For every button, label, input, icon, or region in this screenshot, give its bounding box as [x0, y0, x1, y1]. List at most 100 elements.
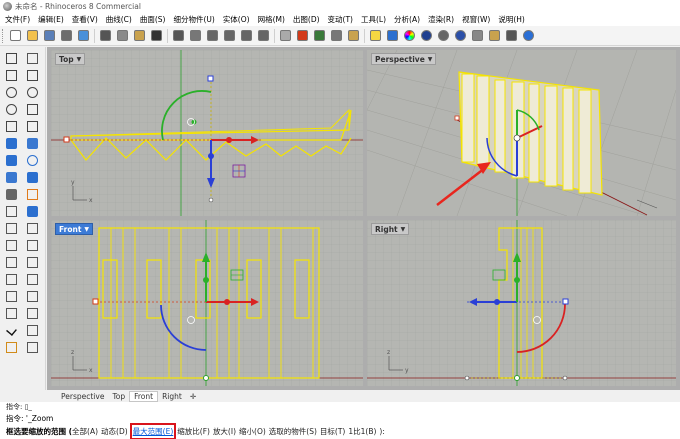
- command-option[interactable]: 放大(I): [213, 426, 236, 437]
- cone-tool-button[interactable]: [24, 170, 41, 185]
- scale-tool-button[interactable]: [24, 272, 41, 287]
- fillet-curve-tool-button[interactable]: [24, 119, 41, 134]
- curve-tool-button[interactable]: [24, 68, 41, 83]
- viewport-label-right[interactable]: Right ▼: [371, 223, 410, 235]
- menu-item[interactable]: 细分物件(U): [171, 14, 216, 25]
- command-option[interactable]: 全部(A): [72, 426, 98, 437]
- zoom-selected-button[interactable]: [240, 29, 254, 43]
- mesh-box-tool-button[interactable]: [24, 204, 41, 219]
- undo-button[interactable]: [150, 29, 164, 43]
- rotate-tool-button[interactable]: [3, 272, 20, 287]
- text-tool-button[interactable]: [3, 306, 20, 321]
- pan-button[interactable]: [172, 29, 186, 43]
- command-option[interactable]: 1比1(B): [348, 426, 376, 437]
- save-button[interactable]: [43, 29, 57, 43]
- viewport-tab-top[interactable]: Top: [108, 391, 129, 402]
- print-button[interactable]: [60, 29, 74, 43]
- command-line[interactable]: 指令: '_Zoom: [0, 412, 680, 424]
- command-option[interactable]: 选取的物件(S): [269, 426, 317, 437]
- toolbar-grip[interactable]: [2, 28, 5, 43]
- viewport-tab-right[interactable]: Right: [158, 391, 186, 402]
- polygon-tool-button[interactable]: [3, 119, 20, 134]
- wand-button[interactable]: [488, 29, 502, 43]
- surface-extrude-tool-button[interactable]: [24, 136, 41, 151]
- menu-item[interactable]: 文件(F): [3, 14, 32, 25]
- command-option[interactable]: 缩放比(F): [177, 426, 210, 437]
- command-option[interactable]: 目标(T): [320, 426, 345, 437]
- rotate-view-button[interactable]: [189, 29, 203, 43]
- rectangle-tool-button[interactable]: [24, 102, 41, 117]
- light-tool-button[interactable]: [24, 340, 41, 355]
- mirror-tool-button[interactable]: [3, 289, 20, 304]
- copy-button[interactable]: [116, 29, 130, 43]
- mesh-tool-button[interactable]: [3, 204, 20, 219]
- menu-item[interactable]: 查看(V): [70, 14, 100, 25]
- color-wheel-button[interactable]: [403, 29, 417, 43]
- boolean-tool-button[interactable]: [24, 187, 41, 202]
- chevron-down-icon[interactable]: ▼: [401, 226, 406, 233]
- pipe-tool-button[interactable]: [3, 187, 20, 202]
- viewport-label-front[interactable]: Front ▼: [55, 223, 94, 235]
- menu-item[interactable]: 曲面(S): [138, 14, 168, 25]
- surface-corner-tool-button[interactable]: [3, 136, 20, 151]
- menu-item[interactable]: 视窗(W): [460, 14, 492, 25]
- command-option[interactable]: 缩小(O): [239, 426, 266, 437]
- cut-button[interactable]: [99, 29, 113, 43]
- chevron-down-icon[interactable]: ▼: [428, 56, 433, 63]
- bulb-button[interactable]: [369, 29, 383, 43]
- open-button[interactable]: [26, 29, 40, 43]
- cylinder-tool-button[interactable]: [3, 170, 20, 185]
- point-tool-button[interactable]: [24, 51, 41, 66]
- menu-item[interactable]: 曲线(C): [104, 14, 134, 25]
- join-tool-button[interactable]: [24, 221, 41, 236]
- array-tool-button[interactable]: [24, 289, 41, 304]
- trim-tool-button[interactable]: [3, 238, 20, 253]
- menu-item[interactable]: 工具(L): [359, 14, 388, 25]
- car-button[interactable]: [296, 29, 310, 43]
- viewport-top[interactable]: Top ▼ x y: [51, 50, 363, 216]
- render-mesh-button[interactable]: [437, 29, 451, 43]
- zoom-extents-button[interactable]: [223, 29, 237, 43]
- viewport-tab-front[interactable]: Front: [129, 390, 159, 402]
- menu-item[interactable]: 变动(T): [326, 14, 355, 25]
- copy-tool-button[interactable]: [24, 255, 41, 270]
- explode-tool-button[interactable]: [3, 221, 20, 236]
- new-file-button[interactable]: [9, 29, 23, 43]
- viewport-tab-perspective[interactable]: Perspective: [57, 391, 108, 402]
- command-option-zoom-extents[interactable]: 最大范围(E): [129, 423, 177, 439]
- render-tool-tool-button[interactable]: [3, 340, 20, 355]
- sphere-tool-button[interactable]: [24, 153, 41, 168]
- menu-item[interactable]: 出图(D): [291, 14, 322, 25]
- ellipse-tool-button[interactable]: [3, 102, 20, 117]
- named-view-button[interactable]: [313, 29, 327, 43]
- viewport-label-perspective[interactable]: Perspective ▼: [371, 53, 437, 65]
- import-button[interactable]: [77, 29, 91, 43]
- circle-tool-button[interactable]: [3, 85, 20, 100]
- menu-item[interactable]: 实体(O): [221, 14, 252, 25]
- viewport-right[interactable]: Right ▼ y z: [367, 220, 676, 386]
- box-tool-button[interactable]: [3, 153, 20, 168]
- move-tool-button[interactable]: [3, 255, 20, 270]
- print-view-button[interactable]: [330, 29, 344, 43]
- chevron-down-icon[interactable]: ▼: [84, 226, 89, 233]
- layer-button[interactable]: [386, 29, 400, 43]
- sphere-button[interactable]: [454, 29, 468, 43]
- split-tool-button[interactable]: [24, 238, 41, 253]
- analyze-tool-button[interactable]: [24, 323, 41, 338]
- select-tool-button[interactable]: [3, 51, 20, 66]
- plugin-button[interactable]: [505, 29, 519, 43]
- zoom-dynamic-button[interactable]: [257, 29, 271, 43]
- command-option[interactable]: 动态(D): [101, 426, 128, 437]
- chevron-down-icon[interactable]: ▼: [77, 56, 82, 63]
- viewport-label-top[interactable]: Top ▼: [55, 53, 86, 65]
- help-button[interactable]: [522, 29, 536, 43]
- arc-tool-button[interactable]: [24, 85, 41, 100]
- lock-button[interactable]: [347, 29, 361, 43]
- grid-button[interactable]: [279, 29, 293, 43]
- viewport-front[interactable]: Front ▼ x z: [51, 220, 363, 386]
- paste-button[interactable]: [133, 29, 147, 43]
- dimension-tool-button[interactable]: [24, 306, 41, 321]
- render-button[interactable]: [420, 29, 434, 43]
- menu-item[interactable]: 网格(M): [256, 14, 287, 25]
- add-viewport-tab-icon[interactable]: ✛: [186, 391, 200, 402]
